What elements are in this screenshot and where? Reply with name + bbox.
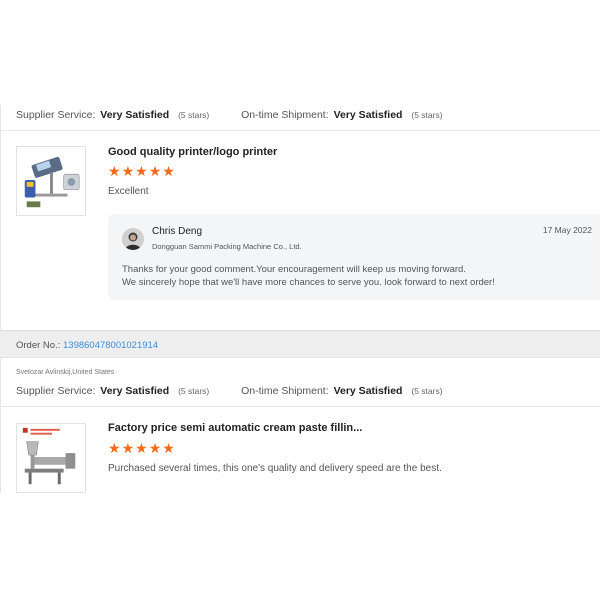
rating-stars: ★★★★★	[108, 440, 176, 457]
rating-stars: ★★★★★	[108, 163, 176, 180]
buyer-info: Svetozar Avlinskij,United States	[16, 369, 115, 376]
reply-line-1: Thanks for your good comment.Your encour…	[122, 264, 466, 275]
divider	[0, 130, 600, 131]
star-icon: ★	[162, 440, 176, 456]
user-avatar	[122, 228, 144, 250]
supplier-service-label: Supplier Service:	[16, 109, 96, 121]
review-comment: Purchased several times, this one's qual…	[108, 463, 442, 474]
star-icon: ★	[135, 440, 149, 456]
shipment-value: Very Satisfied	[333, 385, 403, 397]
person-icon	[122, 228, 144, 250]
shipment-label: On-time Shipment:	[241, 109, 329, 121]
review1-ratings-row: Supplier Service: Very Satisfied (5 star…	[16, 109, 443, 121]
reply-line-2: We sincerely hope that we'll have more c…	[122, 277, 495, 288]
star-icon: ★	[148, 440, 163, 456]
star-icon: ★	[121, 440, 136, 456]
supplier-reply: Chris Deng Dongguan Sammi Packing Machin…	[108, 214, 600, 300]
product-title[interactable]: Factory price semi automatic cream paste…	[108, 422, 362, 434]
star-icon: ★	[108, 440, 122, 456]
product-thumbnail-filler[interactable]	[16, 423, 86, 493]
product-title[interactable]: Good quality printer/logo printer	[108, 146, 277, 158]
order-number: Order No.: 139860478001021914	[16, 340, 158, 351]
reply-date: 17 May 2022	[542, 225, 592, 235]
shipment-stars: (5 stars)	[411, 110, 443, 120]
product-thumbnail-printer[interactable]	[16, 146, 86, 216]
review2-ratings-row: Supplier Service: Very Satisfied (5 star…	[16, 385, 443, 397]
review-comment: Excellent	[108, 186, 149, 197]
reviews-panel: Supplier Service: Very Satisfied (5 star…	[0, 105, 600, 493]
supplier-service-value: Very Satisfied	[100, 109, 170, 121]
filling-machine-product-image	[17, 424, 85, 492]
order-bar: Order No.: 139860478001021914	[0, 330, 600, 358]
supplier-service-stars: (5 stars)	[178, 110, 210, 120]
star-icon: ★	[162, 163, 176, 179]
supplier-service-label: Supplier Service:	[16, 385, 96, 397]
star-icon: ★	[108, 163, 122, 179]
shipment-stars: (5 stars)	[411, 386, 443, 396]
order-number-link[interactable]: 139860478001021914	[63, 340, 158, 351]
printer-product-image	[17, 147, 85, 215]
star-icon: ★	[135, 163, 149, 179]
shipment-value: Very Satisfied	[333, 109, 403, 121]
reply-message: Thanks for your good comment.Your encour…	[122, 263, 495, 289]
divider	[0, 406, 600, 407]
supplier-service-stars: (5 stars)	[178, 386, 210, 396]
reply-company: Dongguan Sammi Packing Machine Co., Ltd.	[152, 242, 302, 251]
star-icon: ★	[148, 163, 163, 179]
supplier-service-value: Very Satisfied	[100, 385, 170, 397]
star-icon: ★	[121, 163, 136, 179]
shipment-label: On-time Shipment:	[241, 385, 329, 397]
panel-border	[0, 105, 1, 493]
order-label: Order No.:	[16, 340, 61, 351]
reply-author-name: Chris Deng	[152, 226, 203, 237]
